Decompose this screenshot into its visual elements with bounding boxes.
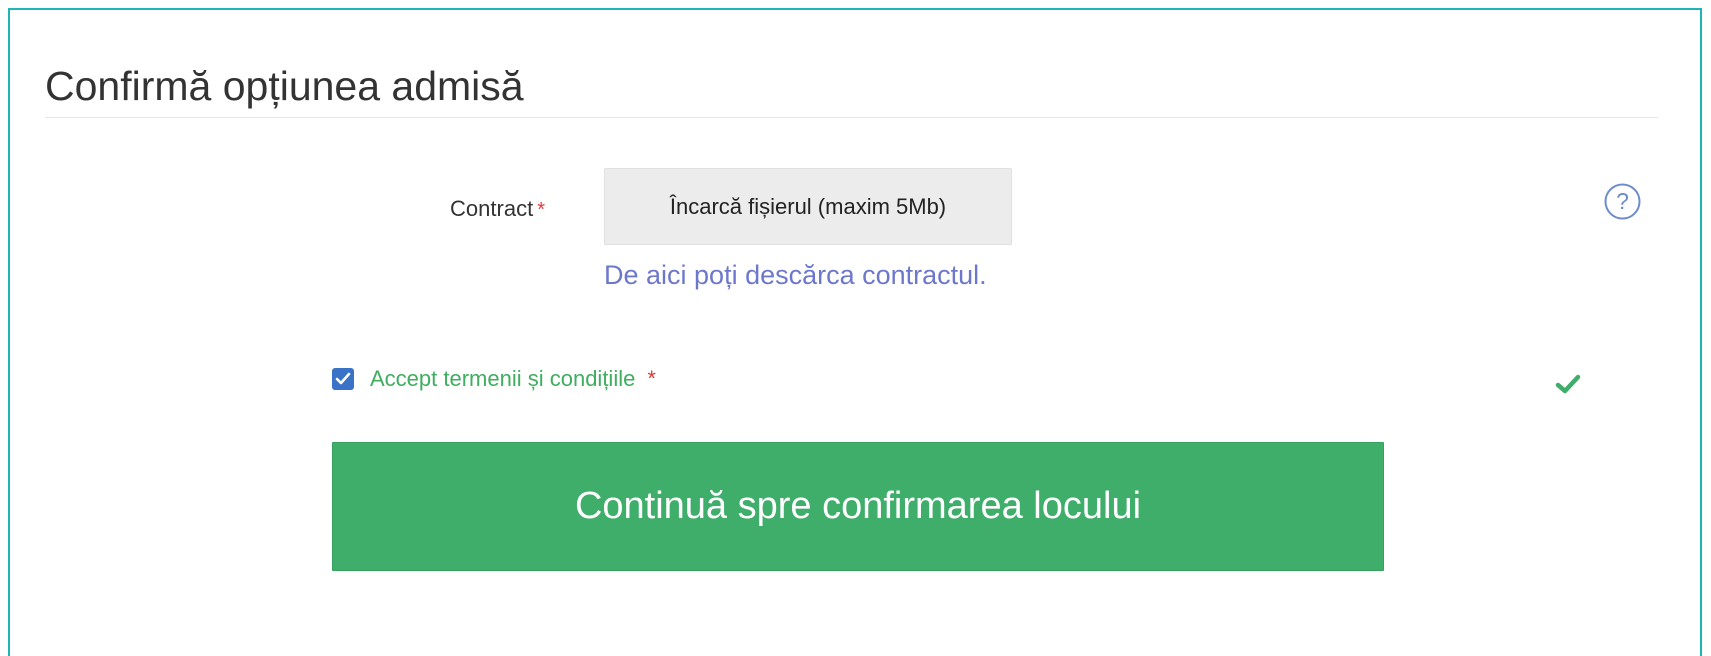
page-title: Confirmă opțiunea admisă bbox=[45, 63, 524, 109]
terms-required-star: * bbox=[647, 366, 656, 391]
download-contract-link[interactable]: De aici poți descărca contractul. bbox=[604, 259, 987, 291]
terms-row: Accept termenii și condițiile * bbox=[332, 366, 656, 392]
continue-confirm-button[interactable]: Continuă spre confirmarea locului bbox=[332, 442, 1384, 571]
checkmark-icon bbox=[1555, 373, 1581, 395]
continue-confirm-button-label: Continuă spre confirmarea locului bbox=[574, 485, 1142, 527]
required-star: * bbox=[537, 199, 545, 221]
title-divider bbox=[45, 117, 1658, 118]
upload-file-button-label: Încarcă fișierul (maxim 5Mb) bbox=[669, 193, 947, 219]
contract-field-label: Contract * bbox=[10, 196, 545, 223]
confirm-option-panel: Confirmă opțiunea admisă Contract * Încar… bbox=[8, 8, 1702, 656]
terms-checkbox[interactable] bbox=[332, 368, 354, 390]
contract-label-text: Contract bbox=[450, 196, 534, 221]
terms-label[interactable]: Accept termenii și condițiile bbox=[370, 366, 635, 392]
question-circle-icon[interactable]: ? bbox=[1604, 183, 1641, 220]
upload-file-button[interactable]: Încarcă fișierul (maxim 5Mb) bbox=[604, 168, 1012, 245]
checkbox-check-icon bbox=[335, 372, 351, 385]
svg-text:?: ? bbox=[1616, 188, 1629, 214]
